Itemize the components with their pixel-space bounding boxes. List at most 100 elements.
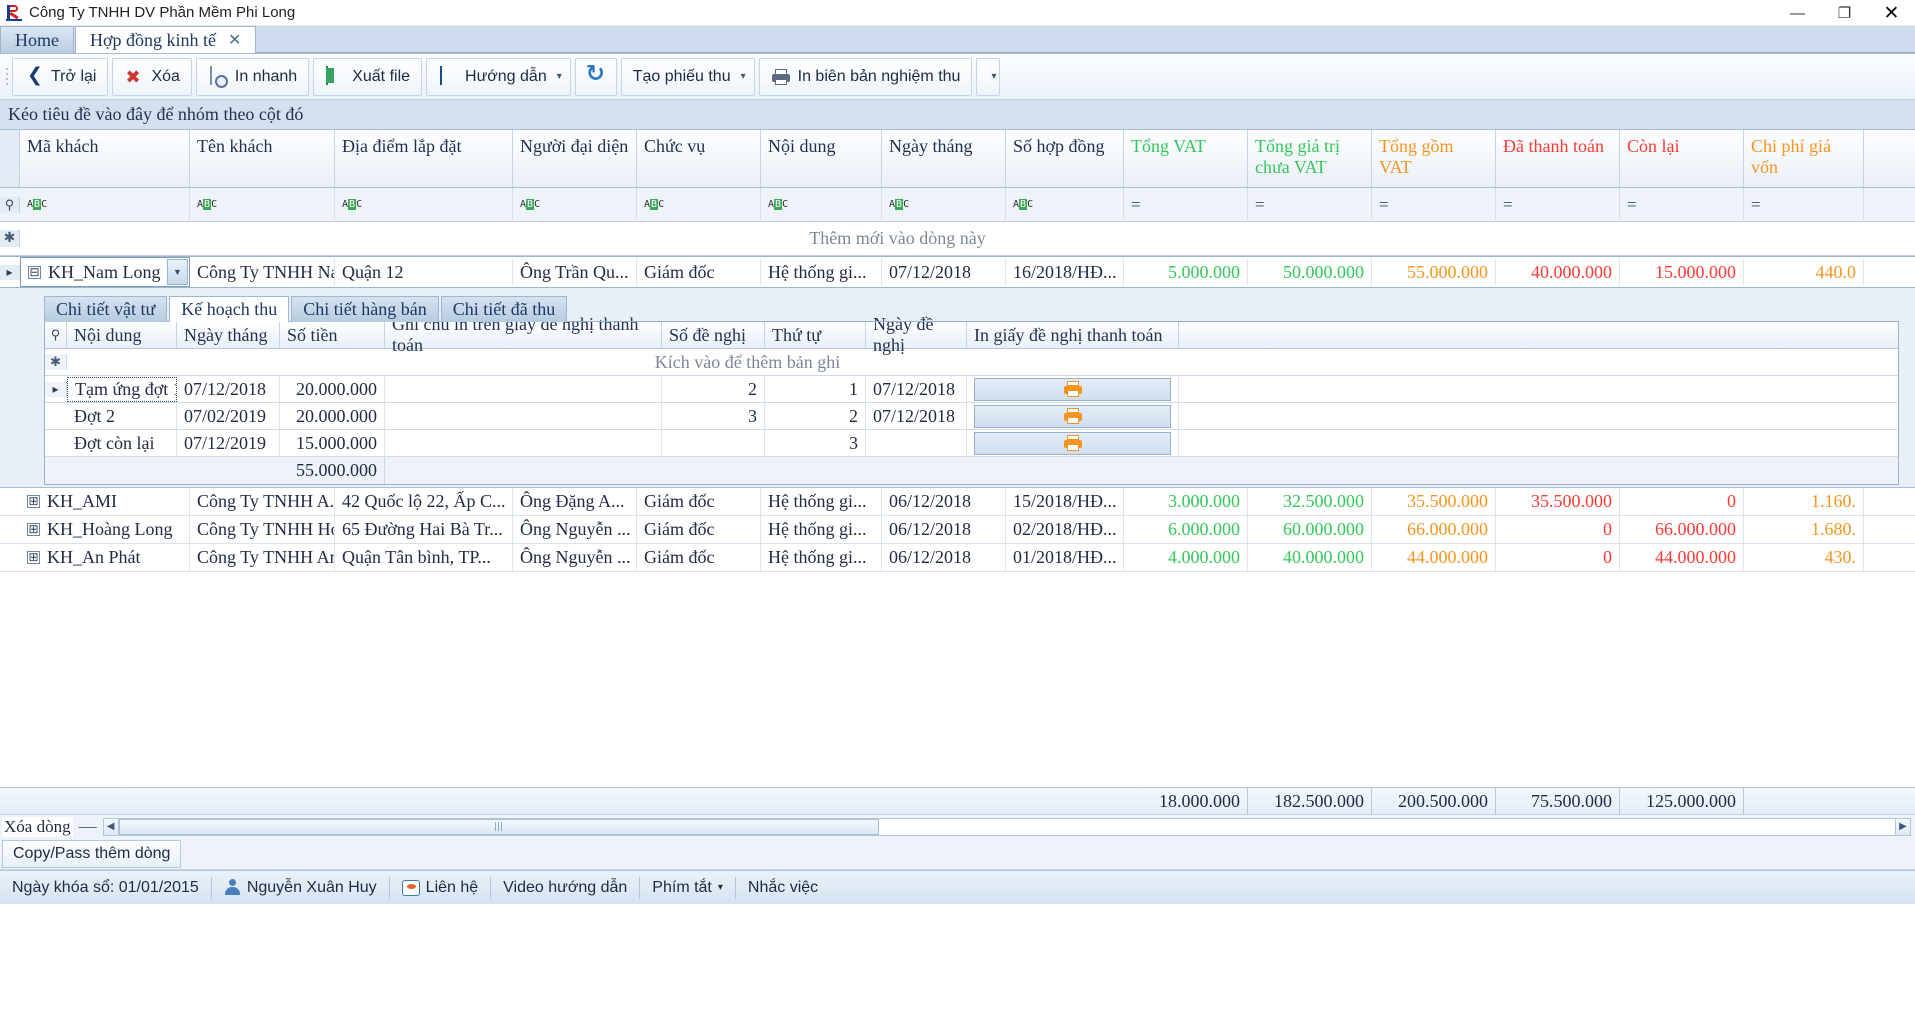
row-expand-icon[interactable]: ⊞ (27, 523, 40, 536)
detail-column-ngay-de-nghi[interactable]: Ngày đề nghị (866, 314, 967, 355)
filter-noi-dung[interactable]: ABC (761, 187, 882, 222)
filter-ma-khach[interactable]: ABC (20, 187, 190, 222)
chevron-down-icon[interactable]: ▼ (167, 259, 188, 285)
detail-column-noi-dung[interactable]: Nội dung (67, 322, 177, 348)
close-button[interactable]: ✕ (1868, 0, 1915, 26)
shortcuts-button[interactable]: Phím tắt ▾ (640, 871, 735, 905)
scrollbar-track[interactable] (118, 817, 1895, 836)
detail-row[interactable]: Đợt còn lại 07/12/2019 15.000.000 3 (45, 429, 1898, 457)
cell-ma-khach-editor[interactable]: ⊟ KH_Nam Long ▼ (20, 257, 190, 287)
quick-print-button[interactable]: In nhanh (195, 57, 310, 96)
detail-cell-print[interactable] (967, 402, 1179, 430)
current-user-status[interactable]: Nguyễn Xuân Huy (212, 871, 389, 905)
refresh-button[interactable] (574, 57, 617, 96)
filter-tong-gom-vat[interactable]: = (1372, 187, 1496, 222)
detail-cell-noi-dung[interactable]: Đợt còn lại (67, 429, 177, 457)
row-expand-icon[interactable]: ⊞ (27, 551, 40, 564)
chevron-down-icon[interactable]: ▾ (741, 71, 746, 82)
filter-nguoi-dai-dien[interactable]: ABC (513, 187, 637, 222)
column-header-tong-vat[interactable]: Tổng VAT (1124, 130, 1248, 187)
column-header-da-thanh-toan[interactable]: Đã thanh toán (1496, 130, 1620, 187)
detail-column-ngay-thang[interactable]: Ngày tháng (177, 322, 280, 348)
minimize-button[interactable]: — (1774, 0, 1821, 26)
print-acceptance-report-button[interactable]: In biên bản nghiệm thu (758, 57, 973, 96)
delete-row-button[interactable]: Xóa dòng (2, 816, 73, 837)
detail-cell-noi-dung[interactable]: Tạm ứng đợt 1 (67, 376, 177, 402)
table-row[interactable]: ⊞ KH_An Phát Công Ty TNHH An... Quận Tân… (0, 543, 1915, 572)
column-header-chi-phi-gia-von[interactable]: Chi phí giá vốn (1744, 130, 1864, 187)
filter-ngay-thang[interactable]: ABC (882, 187, 1006, 222)
filter-chuc-vu[interactable]: ABC (637, 187, 761, 222)
column-header-ten-khach[interactable]: Tên khách (190, 130, 335, 187)
column-header-ma-khach[interactable]: Mã khách (20, 130, 190, 187)
tab-hop-dong-kinh-te[interactable]: Hợp đồng kinh tế ✕ (75, 26, 257, 53)
horizontal-scrollbar[interactable]: ◀ ▶ (102, 817, 1911, 837)
filter-da-thanh-toan[interactable]: = (1496, 187, 1620, 222)
tab-home[interactable]: Home (0, 26, 74, 53)
column-header-chuc-vu[interactable]: Chức vụ (637, 130, 761, 187)
table-row[interactable]: ⊞ KH_AMI Công Ty TNHH A.... 42 Quốc lộ 2… (0, 487, 1915, 516)
find-icon[interactable]: ⚲ (0, 196, 20, 213)
column-header-tong-gom-vat[interactable]: Tổng gồm VAT (1372, 130, 1496, 187)
detail-column-ghi-chu[interactable]: Ghi chú in trên giấy đề nghị thanh toán (385, 314, 662, 355)
detail-row[interactable]: ▸ Tạm ứng đợt 1 07/12/2018 20.000.000 2 … (45, 375, 1898, 403)
filter-chi-phi-gia-von[interactable]: = (1744, 187, 1864, 222)
filter-so-hop-dong[interactable]: ABC (1006, 187, 1124, 222)
detail-cell-print[interactable] (967, 429, 1179, 457)
chevron-down-icon[interactable]: ▾ (557, 71, 562, 82)
detail-column-in-giay-de-nghi[interactable]: In giấy đề nghị thanh toán (967, 322, 1179, 348)
detail-column-so-tien[interactable]: Số tiền (280, 322, 385, 348)
create-receipt-button[interactable]: Tạo phiếu thu ▾ (620, 57, 755, 96)
contact-button[interactable]: Liên hệ (390, 871, 491, 905)
video-guide-button[interactable]: Video hướng dẫn (491, 871, 639, 905)
filter-tong-vat[interactable]: = (1124, 187, 1248, 222)
print-request-button[interactable] (974, 377, 1171, 401)
tab-chi-tiet-hang-ban[interactable]: Chi tiết hàng bán (291, 296, 439, 322)
copy-paste-add-row-button[interactable]: Copy/Pass thêm dòng (2, 839, 182, 868)
cell-ma-khach[interactable]: ⊞ KH_Hoàng Long (20, 515, 190, 544)
group-by-panel[interactable]: Kéo tiêu đề vào đây để nhóm theo cột đó (0, 100, 1915, 130)
detail-column-thu-tu[interactable]: Thứ tự (765, 322, 866, 348)
filter-ten-khach[interactable]: ABC (190, 187, 335, 222)
scroll-left-arrow-icon[interactable]: ◀ (102, 817, 119, 836)
column-header-nguoi-dai-dien[interactable]: Người đại diện (513, 130, 637, 187)
filter-tong-chua-vat[interactable]: = (1248, 187, 1372, 222)
row-collapse-icon[interactable]: ⊟ (28, 265, 41, 279)
filter-dia-diem[interactable]: ABC (335, 187, 513, 222)
table-row[interactable]: ▸ ⊟ KH_Nam Long ▼ Công Ty TNHH Na... Quậ… (0, 256, 1915, 288)
column-header-con-lai[interactable]: Còn lại (1620, 130, 1744, 187)
table-row[interactable]: ⊞ KH_Hoàng Long Công Ty TNHH Ho... 65 Đư… (0, 515, 1915, 544)
cell-ma-khach[interactable]: ⊞ KH_AMI (20, 487, 190, 516)
column-header-so-hop-dong[interactable]: Số hợp đồng (1006, 130, 1124, 187)
detail-row[interactable]: Đợt 2 07/02/2019 20.000.000 3 2 07/12/20… (45, 402, 1898, 430)
detail-cell-print[interactable] (967, 375, 1179, 403)
tab-ke-hoach-thu[interactable]: Kế hoạch thu (169, 296, 290, 322)
maximize-button[interactable]: ❐ (1821, 0, 1868, 26)
column-header-dia-diem-lap-dat[interactable]: Địa điểm lắp đặt (335, 130, 513, 187)
detail-cell-noi-dung[interactable]: Đợt 2 (67, 402, 177, 430)
export-file-button[interactable]: Xuất file (313, 57, 423, 96)
toolbar-gripper[interactable] (2, 62, 12, 92)
column-header-ngay-thang[interactable]: Ngày tháng (882, 130, 1006, 187)
grid-new-row[interactable]: ✱ Thêm mới vào dòng này (0, 222, 1915, 256)
tab-close-icon[interactable]: ✕ (228, 30, 241, 50)
row-expand-icon[interactable]: ⊞ (27, 495, 40, 508)
detail-new-row[interactable]: ✱ Kích vào để thêm bản ghi (45, 349, 1898, 376)
column-header-noi-dung[interactable]: Nội dung (761, 130, 882, 187)
tab-chi-tiet-da-thu[interactable]: Chi tiết đã thu (440, 296, 568, 322)
delete-button[interactable]: Xóa (112, 57, 192, 96)
scrollbar-thumb[interactable] (118, 818, 879, 835)
filter-con-lai[interactable]: = (1620, 187, 1744, 222)
scroll-right-arrow-icon[interactable]: ▶ (1895, 817, 1911, 836)
column-header-tong-gia-tri-chua-vat[interactable]: Tổng giá trị chưa VAT (1248, 130, 1372, 187)
search-icon[interactable]: ⚲ (45, 322, 67, 348)
back-button[interactable]: Trở lại (12, 57, 109, 96)
toolbar-overflow-button[interactable]: ▾ (976, 57, 1001, 96)
reminder-button[interactable]: Nhắc việc (736, 871, 830, 905)
print-request-button[interactable] (974, 404, 1171, 428)
detail-column-so-de-nghi[interactable]: Số đề nghị (662, 322, 765, 348)
guide-button[interactable]: Hướng dẫn ▾ (426, 57, 571, 96)
cell-ma-khach[interactable]: ⊞ KH_An Phát (20, 543, 190, 572)
tab-chi-tiet-vat-tu[interactable]: Chi tiết vật tư (44, 296, 168, 322)
print-request-button[interactable] (974, 431, 1171, 455)
